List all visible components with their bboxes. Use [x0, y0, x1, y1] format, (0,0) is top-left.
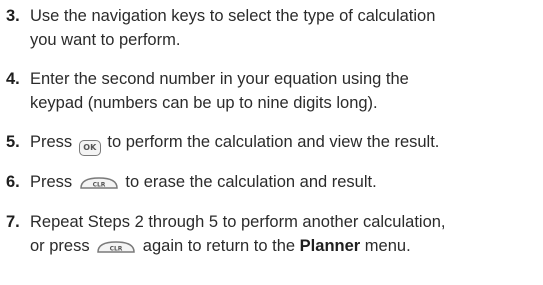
clr-key-shape: CLR — [80, 177, 118, 189]
step-line: Repeat Steps 2 through 5 to perform anot… — [30, 213, 446, 231]
step-text-middle: again to return to the — [142, 237, 296, 255]
step-text-before: or press — [30, 237, 90, 255]
step-text: Enter the second number in your equation… — [30, 67, 409, 115]
clr-key-label: CLR — [92, 182, 105, 189]
planner-menu-name: Planner — [299, 237, 361, 255]
step-line: Use the navigation keys to select the ty… — [30, 7, 436, 25]
clr-key-icon: CLR — [96, 240, 136, 253]
clr-key-icon: CLR — [79, 176, 119, 189]
step-text-after: to erase the calculation and result. — [125, 173, 377, 191]
step-text-after: to perform the calculation and view the … — [107, 133, 440, 151]
step-text: Press OK to perform the calculation and … — [30, 130, 439, 156]
step-text: Press CLR to erase the calculation and r… — [30, 170, 377, 194]
step-text-after: menu. — [364, 237, 411, 255]
step-number: 6. — [6, 173, 20, 191]
clr-key-label: CLR — [110, 246, 123, 253]
step-line: you want to perform. — [30, 31, 181, 49]
instruction-page: 3. Use the navigation keys to select the… — [0, 0, 543, 285]
step-text: Repeat Steps 2 through 5 to perform anot… — [30, 210, 446, 258]
step-text-before: Press — [30, 133, 73, 151]
step-text-before: Press — [30, 173, 73, 191]
step-number: 5. — [6, 133, 20, 151]
step-number: 3. — [6, 7, 20, 25]
step-number: 4. — [6, 70, 20, 88]
step-number: 7. — [6, 213, 20, 231]
step-text: Use the navigation keys to select the ty… — [30, 4, 435, 52]
clr-key-shape: CLR — [97, 241, 135, 253]
step-line: keypad (numbers can be up to nine digits… — [30, 94, 378, 112]
ok-key-icon: OK — [78, 140, 101, 156]
step-line: Enter the second number in your equation… — [30, 70, 409, 88]
